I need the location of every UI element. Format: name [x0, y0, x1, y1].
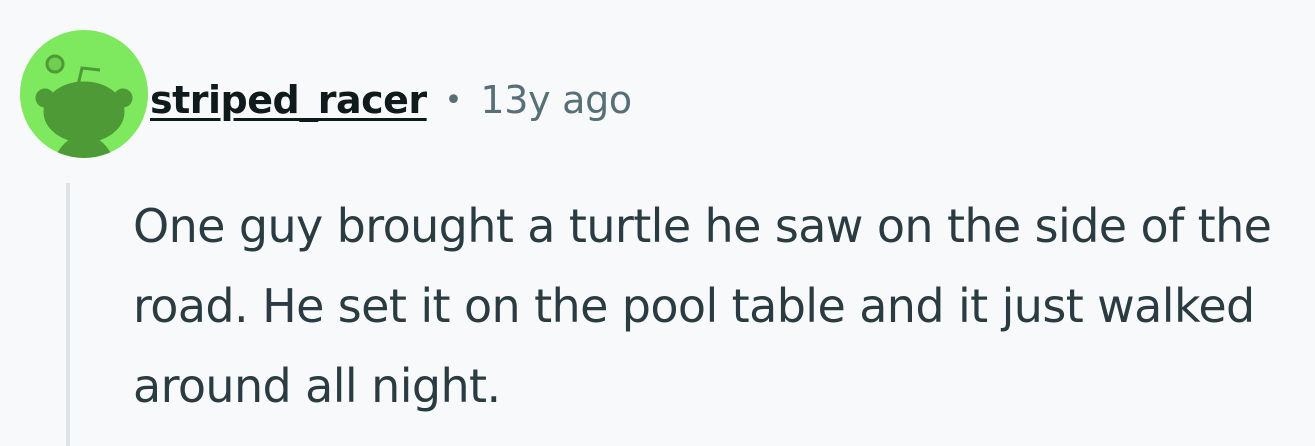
thread-collapse-line[interactable] [66, 183, 70, 446]
comment: striped_racer • 13y ago One guy brought … [0, 0, 1315, 446]
snoo-avatar-icon [20, 30, 148, 158]
comment-meta: striped_racer • 13y ago [150, 74, 632, 126]
avatar[interactable] [20, 30, 148, 158]
meta-separator: • [444, 82, 463, 118]
comment-timestamp[interactable]: 13y ago [480, 78, 632, 122]
username-link[interactable]: striped_racer [150, 78, 427, 122]
comment-body: One guy brought a turtle he saw on the s… [133, 199, 1272, 413]
